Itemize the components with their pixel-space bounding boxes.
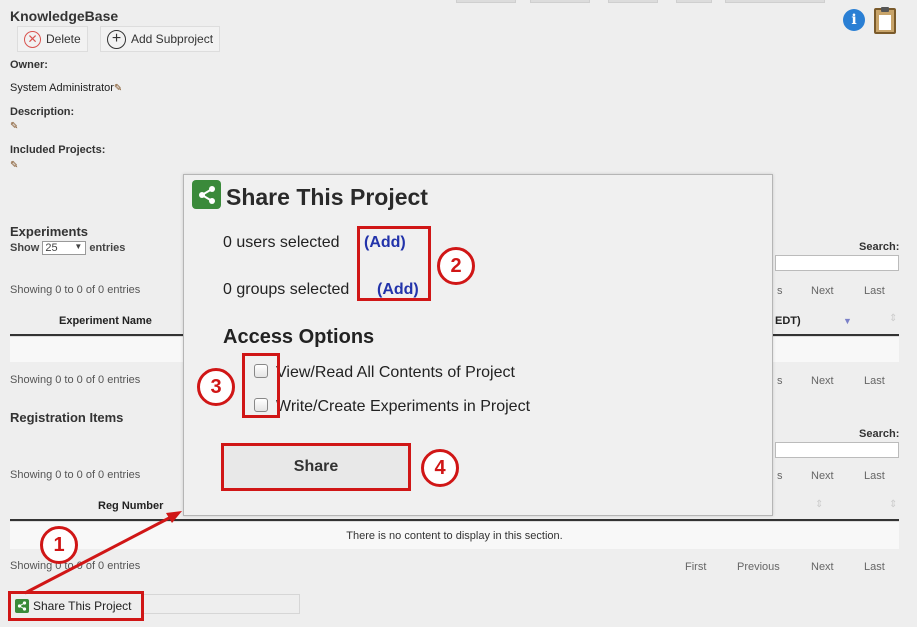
annotation-arrow (24, 511, 182, 595)
callout-3: 3 (197, 368, 235, 406)
callout-2: 2 (437, 247, 475, 285)
callout-4: 4 (421, 449, 459, 487)
callout-1: 1 (40, 526, 78, 564)
